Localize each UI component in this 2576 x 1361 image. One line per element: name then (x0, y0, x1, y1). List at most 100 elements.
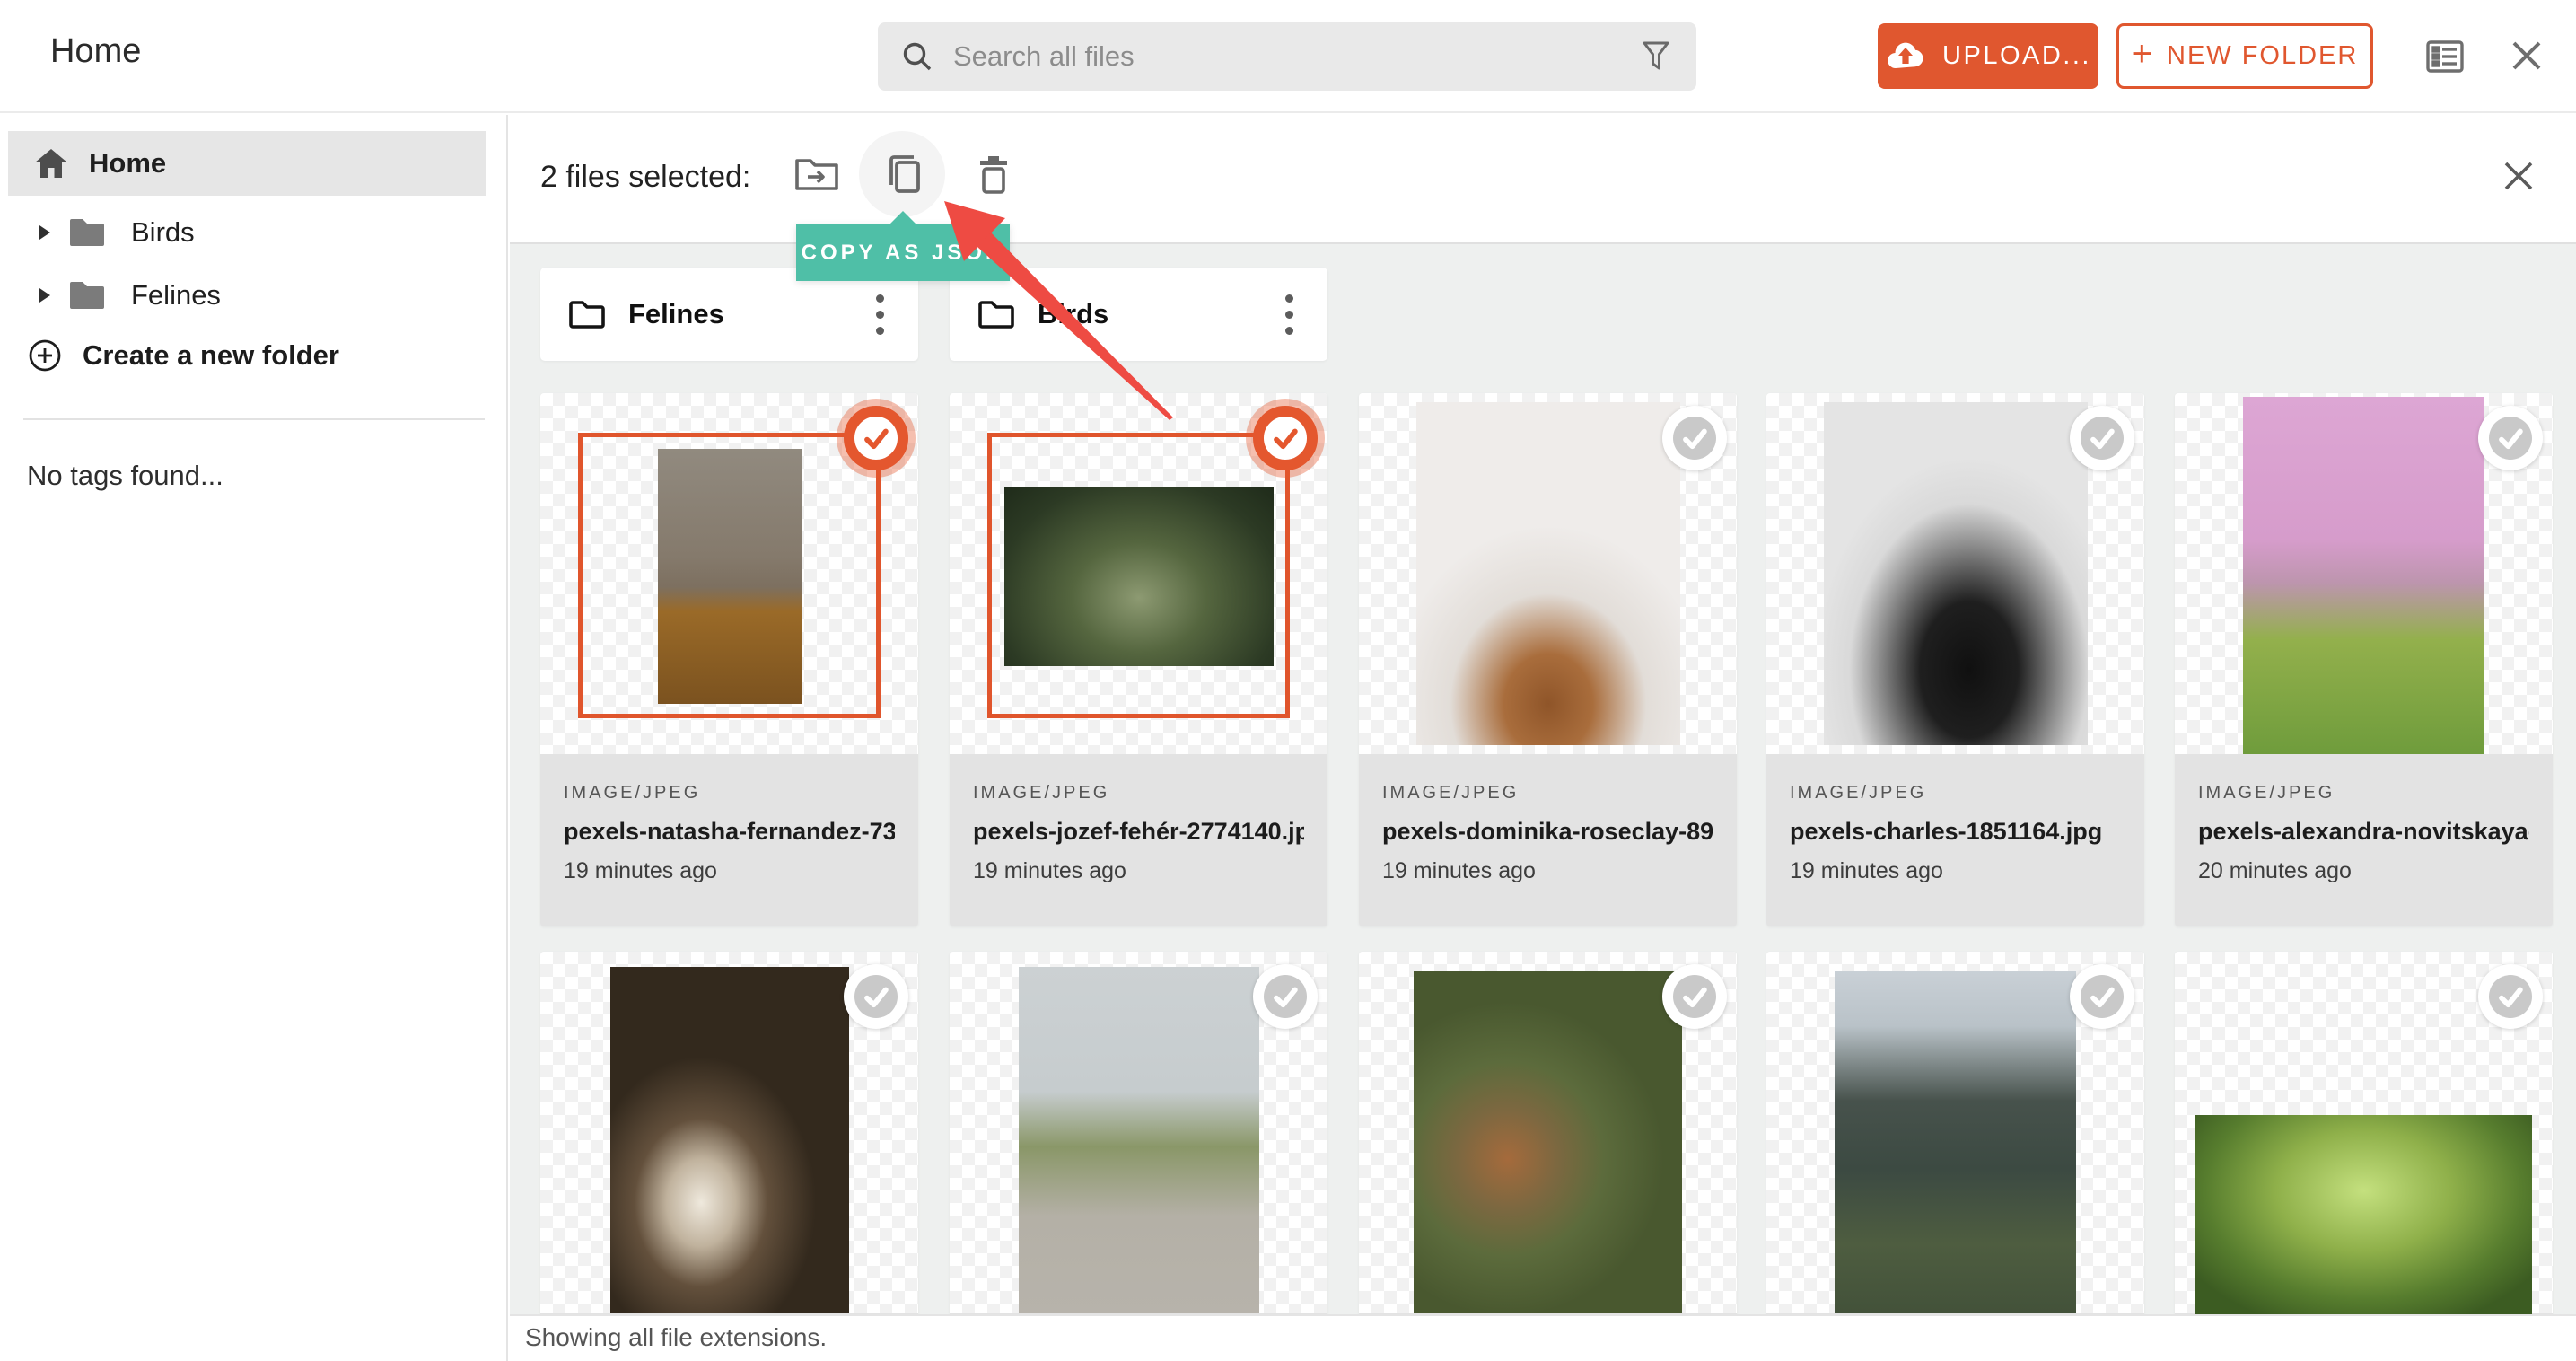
file-card[interactable] (1359, 952, 1737, 1314)
caret-right-icon[interactable] (36, 222, 52, 243)
select-checkbox[interactable] (1662, 964, 1727, 1029)
new-folder-button-label: NEW FOLDER (2167, 41, 2359, 70)
no-tags-text: No tags found... (27, 460, 223, 491)
page-title: Home (50, 32, 142, 70)
sidebar-item-birds[interactable]: Birds (0, 201, 508, 264)
list-view-toggle-icon[interactable] (2425, 38, 2465, 75)
folder-outline-icon (567, 297, 607, 331)
file-type-label: IMAGE/JPEG (564, 783, 701, 803)
search-input[interactable] (953, 40, 1639, 73)
file-type-label: IMAGE/JPEG (1790, 783, 1927, 803)
folder-chip-birds[interactable]: Birds (950, 268, 1327, 361)
select-checkbox[interactable] (2478, 406, 2543, 470)
file-meta: IMAGE/JPEG pexels-charles-1851164.jpg 19… (1766, 754, 2144, 926)
file-name: pexels-natasha-fernandez-733... (564, 818, 895, 845)
file-thumbnail-area (950, 393, 1327, 754)
folder-icon (68, 280, 106, 311)
folder-outline-icon (977, 297, 1016, 331)
create-folder-button[interactable]: Create a new folder (27, 338, 339, 373)
file-thumbnail-kangaroo (1414, 971, 1682, 1313)
file-thumbnail-area (540, 393, 918, 754)
file-name: pexels-dominika-roseclay-8952... (1382, 818, 1713, 845)
selection-outline (578, 433, 881, 718)
file-meta: IMAGE/JPEG pexels-natasha-fernandez-733.… (540, 754, 918, 926)
file-meta: IMAGE/JPEG pexels-alexandra-novitskaya-2… (2175, 754, 2553, 926)
file-browser: Felines Birds IMAGE/JPEG pexels-natasha-… (510, 242, 2576, 1314)
file-card[interactable]: IMAGE/JPEG pexels-charles-1851164.jpg 19… (1766, 393, 2144, 926)
filter-icon[interactable] (1639, 39, 1673, 75)
file-modified-time: 19 minutes ago (1382, 858, 1536, 883)
file-name: pexels-alexandra-novitskaya-2... (2198, 818, 2529, 845)
kebab-menu-icon[interactable] (1278, 287, 1301, 342)
select-checkbox[interactable] (1253, 406, 1318, 470)
search-icon (901, 40, 933, 73)
file-thumbnail-white-deer (1835, 971, 2076, 1313)
file-thumbnail-area (2175, 952, 2553, 1314)
file-name: pexels-charles-1851164.jpg (1790, 818, 2103, 845)
sidebar-folder-label: Felines (131, 279, 221, 311)
create-folder-label: Create a new folder (83, 339, 339, 371)
file-thumbnail-brown-dachshund (1415, 402, 1680, 745)
file-modified-time: 19 minutes ago (973, 858, 1126, 883)
file-thumbnail-seagulls (609, 967, 849, 1313)
upload-button-label: UPLOAD... (1942, 41, 2091, 70)
select-checkbox[interactable] (844, 406, 908, 470)
file-thumbnail-area (1766, 952, 2144, 1313)
sidebar-home-label: Home (89, 147, 167, 179)
select-checkbox[interactable] (2478, 964, 2543, 1029)
file-modified-time: 19 minutes ago (1790, 858, 1943, 883)
file-card[interactable]: IMAGE/JPEG pexels-dominika-roseclay-8952… (1359, 393, 1737, 926)
caret-right-icon[interactable] (36, 285, 52, 306)
upload-button[interactable]: UPLOAD... (1878, 23, 2098, 89)
file-thumbnail-area (1359, 393, 1737, 754)
file-type-label: IMAGE/JPEG (973, 783, 1110, 803)
select-checkbox[interactable] (1662, 406, 1727, 470)
file-card[interactable] (2175, 952, 2553, 1314)
select-checkbox[interactable] (844, 964, 908, 1029)
file-thumbnail-pink-green-dog (2243, 397, 2484, 754)
selection-toolbar: 2 files selected: (510, 115, 2576, 242)
move-to-folder-icon[interactable] (793, 154, 840, 195)
sidebar-item-home[interactable]: Home (8, 131, 486, 196)
home-icon (33, 147, 69, 180)
file-meta: IMAGE/JPEG pexels-dominika-roseclay-8952… (1359, 754, 1737, 926)
file-modified-time: 19 minutes ago (564, 858, 717, 883)
select-checkbox[interactable] (2070, 964, 2134, 1029)
copy-as-json-tooltip: COPY AS JSON (796, 211, 1010, 281)
file-card[interactable]: IMAGE/JPEG pexels-jozef-fehér-2774140.jp… (950, 393, 1327, 926)
plus-icon: + (2131, 34, 2154, 74)
search-box[interactable] (878, 22, 1696, 91)
clear-selection-icon[interactable] (2501, 158, 2537, 194)
sidebar-item-felines[interactable]: Felines (0, 264, 508, 327)
footer-bar: Showing all file extensions. (510, 1314, 2576, 1361)
sidebar-divider (23, 418, 485, 420)
file-type-label: IMAGE/JPEG (2198, 783, 2335, 803)
select-checkbox[interactable] (2070, 406, 2134, 470)
select-checkbox[interactable] (1253, 964, 1318, 1029)
circle-plus-icon (27, 338, 63, 373)
file-thumbnail-black-pug (1823, 402, 2088, 745)
top-bar: Home UPLOAD... + NEW FOLDER (0, 0, 2576, 113)
file-card[interactable] (1766, 952, 2144, 1314)
file-thumbnail-geese (1018, 967, 1259, 1313)
file-meta: IMAGE/JPEG pexels-jozef-fehér-2774140.jp… (950, 754, 1327, 926)
file-card[interactable]: IMAGE/JPEG pexels-natasha-fernandez-733.… (540, 393, 918, 926)
new-folder-button[interactable]: + NEW FOLDER (2116, 23, 2373, 89)
delete-icon[interactable] (973, 154, 1014, 197)
selection-outline (987, 433, 1290, 718)
file-thumbnail-area (1766, 393, 2144, 754)
folder-chip-felines[interactable]: Felines (540, 268, 918, 361)
file-thumbnail-area (2175, 393, 2553, 754)
file-card[interactable] (950, 952, 1327, 1314)
file-card[interactable]: IMAGE/JPEG pexels-alexandra-novitskaya-2… (2175, 393, 2553, 926)
kebab-menu-icon[interactable] (869, 287, 891, 342)
copy-icon[interactable] (881, 151, 927, 198)
file-card[interactable] (540, 952, 918, 1314)
sidebar-folder-tree: Birds Felines (0, 201, 508, 327)
close-icon[interactable] (2508, 37, 2545, 75)
file-modified-time: 20 minutes ago (2198, 858, 2352, 883)
footer-text: Showing all file extensions. (525, 1323, 828, 1351)
file-thumbnail-area (950, 952, 1327, 1313)
file-thumbnail-area (1359, 952, 1737, 1313)
sidebar-folder-label: Birds (131, 216, 195, 248)
